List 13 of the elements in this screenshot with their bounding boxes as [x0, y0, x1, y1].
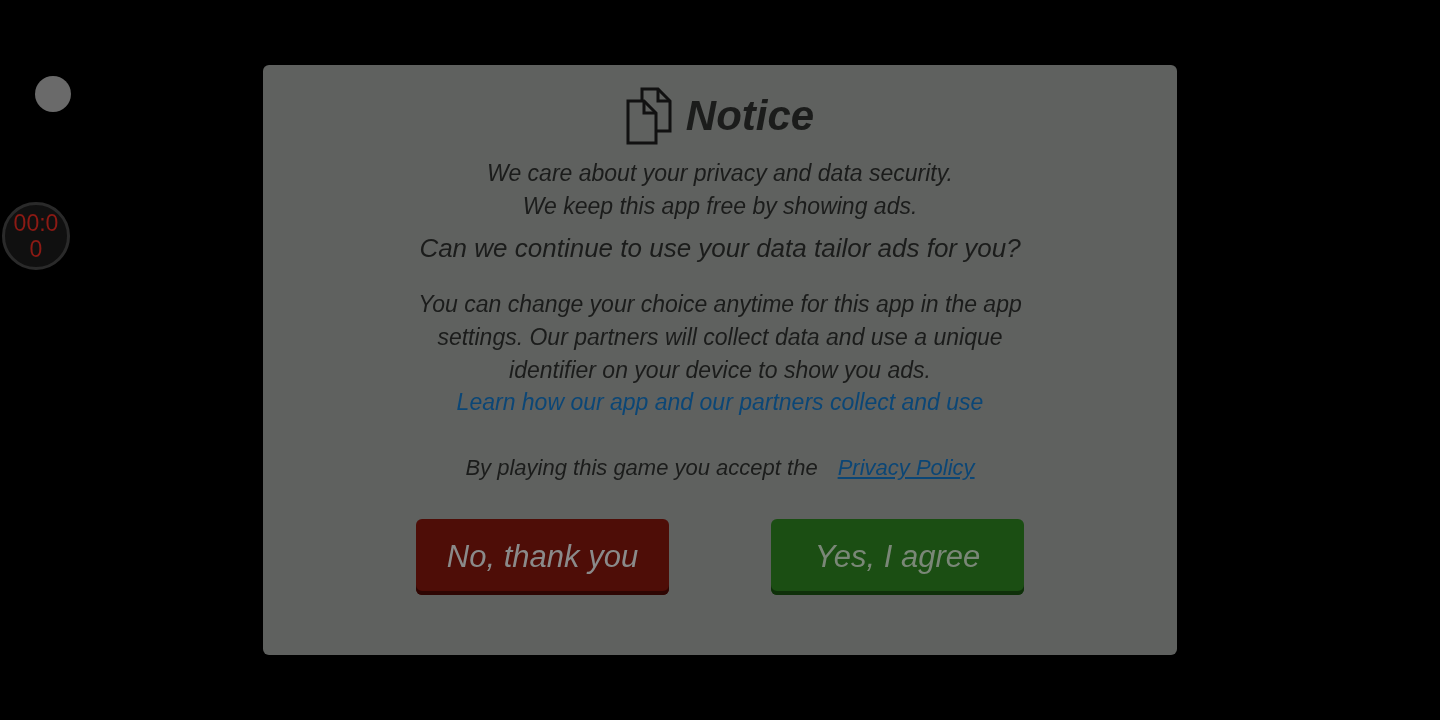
- question-text: Can we continue to use your data tailor ads for you?: [419, 233, 1021, 264]
- decline-button[interactable]: No, thank you: [416, 519, 669, 595]
- menu-dot-button[interactable]: [35, 76, 71, 112]
- details-text: You can change your choice anytime for this app in the app settings. Our partners will collect data and use a unique identifier on your device to show you ads.: [417, 290, 1023, 385]
- policy-text: By playing this game you accept the: [465, 455, 818, 481]
- documents-icon: [625, 87, 672, 145]
- learn-more-link[interactable]: Learn how our app and our partners collect and use: [456, 387, 984, 417]
- timer-badge: 00:00: [2, 202, 70, 270]
- intro-text: We keep this app free by showing ads.: [521, 192, 919, 221]
- privacy-policy-link[interactable]: Privacy Policy: [837, 455, 975, 481]
- dialog-title: Notice: [685, 92, 815, 140]
- accept-button[interactable]: Yes, I agree: [771, 519, 1024, 595]
- intro-text: We care about your privacy and data security.: [487, 159, 953, 188]
